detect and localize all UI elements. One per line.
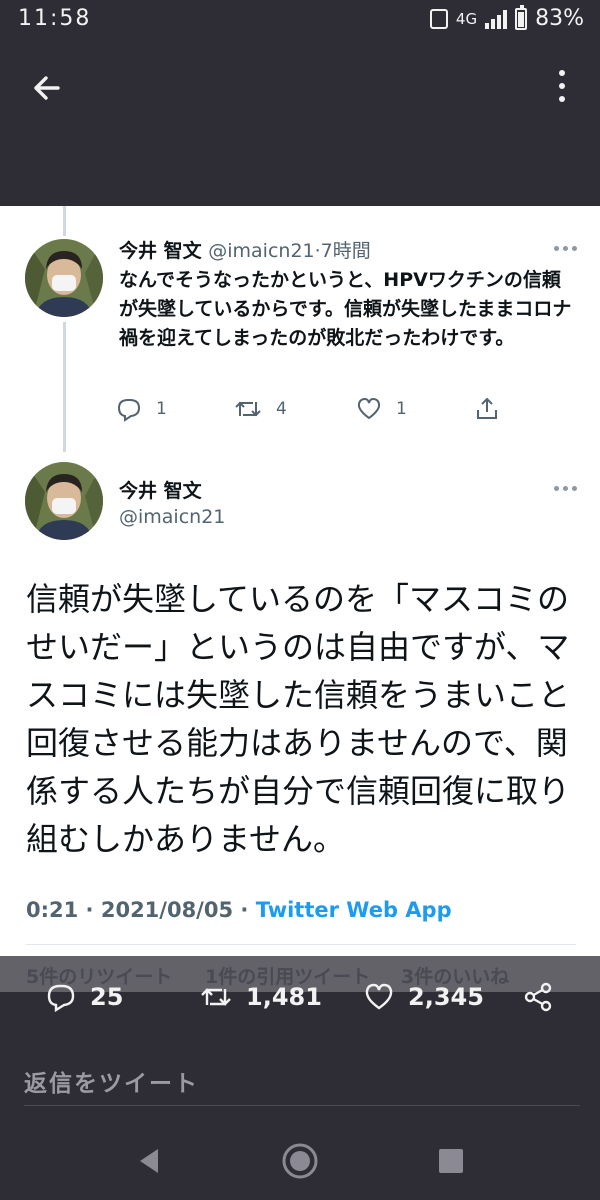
nav-recents-icon bbox=[439, 1149, 463, 1173]
reply-action[interactable]: 1 bbox=[116, 396, 167, 422]
nav-back-button[interactable] bbox=[136, 1146, 162, 1180]
reply-count: 25 bbox=[90, 983, 124, 1011]
avatar[interactable] bbox=[25, 239, 103, 317]
tweet-source[interactable]: Twitter Web App bbox=[256, 898, 452, 922]
retweet-icon bbox=[235, 401, 261, 417]
reply-action[interactable]: 25 bbox=[46, 972, 123, 1022]
share-icon bbox=[477, 397, 497, 419]
thread-line bbox=[63, 206, 66, 236]
avatar-photo bbox=[25, 239, 103, 317]
like-count: 1 bbox=[396, 399, 407, 419]
status-time: 11:58 bbox=[18, 6, 92, 31]
signal-icon bbox=[485, 9, 508, 29]
author-name[interactable]: 今井 智文 bbox=[119, 476, 202, 503]
share-action[interactable] bbox=[522, 972, 554, 1022]
reply-input[interactable]: 返信をツイート bbox=[24, 1056, 580, 1100]
nav-home-icon bbox=[282, 1143, 318, 1179]
bottom-action-bar: 25 1,481 2,345 返信をツイート bbox=[0, 982, 600, 1200]
tweet-time[interactable]: ·7時間 bbox=[315, 240, 371, 262]
like-action[interactable]: 1 bbox=[356, 396, 407, 422]
tweet-date: 2021/08/05 bbox=[100, 898, 234, 922]
app-header: 11:58 4G 83% bbox=[0, 0, 600, 206]
reply-icon bbox=[47, 984, 75, 1012]
tweet-more-button[interactable] bbox=[554, 486, 577, 491]
retweet-count: 1,481 bbox=[246, 983, 322, 1011]
thread-line bbox=[63, 322, 66, 452]
battery-percent: 83% bbox=[535, 6, 584, 31]
divider bbox=[26, 944, 576, 945]
retweet-action[interactable]: 4 bbox=[234, 396, 287, 422]
author-handle[interactable]: @imaicn21 bbox=[208, 240, 314, 262]
retweet-icon bbox=[201, 988, 231, 1006]
vibrate-icon bbox=[429, 8, 448, 29]
network-type: 4G bbox=[455, 9, 478, 28]
author-name[interactable]: 今井 智文 bbox=[119, 240, 202, 262]
share-icon bbox=[524, 982, 552, 1012]
back-button[interactable] bbox=[28, 68, 68, 108]
avatar[interactable] bbox=[25, 462, 103, 540]
meta-separator: · bbox=[78, 898, 101, 922]
android-nav-bar bbox=[0, 1132, 600, 1192]
like-icon bbox=[365, 983, 393, 1010]
reply-tweet-header: 今井 智文 @imaicn21·7時間 bbox=[119, 236, 371, 263]
retweet-action[interactable]: 1,481 bbox=[200, 972, 322, 1022]
reply-placeholder: 返信をツイート bbox=[24, 1071, 199, 1097]
battery-icon bbox=[515, 4, 528, 30]
author-handle[interactable]: @imaicn21 bbox=[119, 506, 225, 528]
status-bar: 11:58 4G 83% bbox=[18, 4, 584, 36]
tweet-meta: 0:21 · 2021/08/05 · Twitter Web App bbox=[26, 898, 452, 922]
retweet-count: 4 bbox=[276, 399, 287, 419]
like-icon bbox=[357, 397, 381, 420]
back-arrow-icon bbox=[34, 76, 60, 100]
tweet-more-button[interactable] bbox=[554, 246, 577, 251]
nav-recents-button[interactable] bbox=[438, 1148, 464, 1178]
reply-icon bbox=[117, 399, 141, 422]
nav-back-icon bbox=[140, 1149, 158, 1173]
more-vertical-icon bbox=[556, 70, 568, 102]
like-count: 2,345 bbox=[408, 983, 484, 1011]
reply-tweet-text: なんでそうなったかというと、HPVワクチンの信頼が失墜しているからです。信頼が失… bbox=[119, 269, 572, 349]
reply-tweet-actions: 1 4 1 bbox=[116, 396, 506, 426]
avatar-photo bbox=[25, 462, 103, 540]
like-action[interactable]: 2,345 bbox=[364, 972, 484, 1022]
share-action[interactable] bbox=[474, 396, 500, 422]
main-tweet-text: 信頼が失墜しているのを「マスコミのせいだー」というのは自由ですが、マスコミには失… bbox=[26, 580, 571, 858]
input-underline bbox=[24, 1105, 580, 1106]
nav-home-button[interactable] bbox=[282, 1143, 318, 1183]
tweet-time: 0:21 bbox=[26, 898, 79, 922]
more-options-button[interactable] bbox=[556, 70, 568, 106]
meta-separator: · bbox=[233, 898, 256, 922]
reply-count: 1 bbox=[156, 399, 167, 419]
status-icons: 4G 83% bbox=[429, 4, 584, 31]
